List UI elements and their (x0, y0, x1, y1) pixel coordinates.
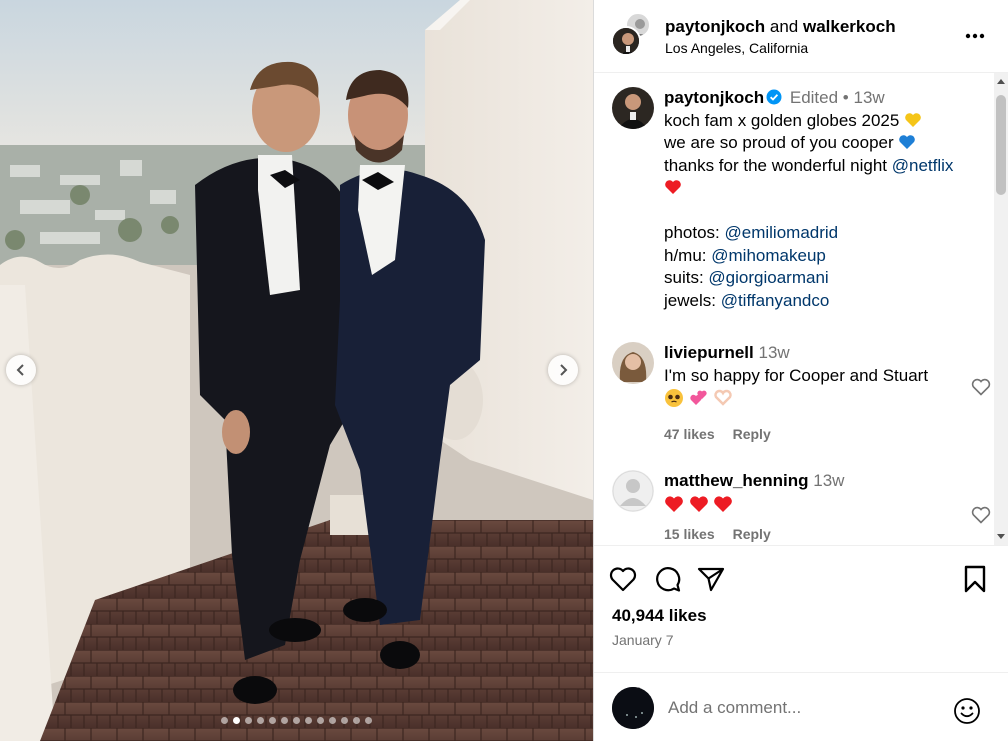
emoji-picker-button[interactable] (952, 696, 982, 726)
carousel-dot (317, 717, 324, 724)
carousel-dot (221, 717, 228, 724)
caption-line-1: koch fam x golden globes 2025 (664, 110, 900, 130)
scroll-up-arrow-icon[interactable] (997, 79, 1005, 84)
scrollbar-thumb[interactable] (996, 95, 1006, 195)
reply-button[interactable]: Reply (733, 426, 771, 442)
mention-netflix[interactable]: @netflix (892, 156, 954, 175)
caption-line-2: we are so proud of you cooper (664, 133, 894, 152)
comments-scrollbar[interactable] (994, 73, 1008, 545)
photos-label: photos: (664, 223, 720, 242)
caption-username[interactable]: paytonjkoch (664, 88, 764, 107)
carousel-dot (269, 717, 276, 724)
carousel-dot (257, 717, 264, 724)
comment-button[interactable] (652, 564, 682, 594)
mention-jewels[interactable]: @tiffanyandco (721, 291, 830, 310)
carousel-dot (293, 717, 300, 724)
pleading-face-icon (665, 389, 683, 407)
avatar-paytonjkoch (611, 26, 641, 56)
verified-badge-icon (766, 89, 782, 105)
comment-icon (656, 567, 681, 592)
more-options-icon (965, 33, 985, 39)
mention-makeup[interactable]: @mihomakeup (711, 246, 826, 265)
like-button[interactable] (608, 564, 638, 594)
add-comment-bar (594, 672, 1008, 741)
photo-image (0, 0, 593, 741)
heart-outline-icon (971, 378, 991, 396)
author-link-1[interactable]: paytonjkoch (665, 17, 765, 36)
post-details-panel: paytonjkoch and walkerkoch Los Angeles, … (593, 0, 1008, 741)
comment-input[interactable] (668, 697, 938, 718)
post-header: paytonjkoch and walkerkoch Los Angeles, … (594, 0, 1008, 73)
post-authors: paytonjkoch and walkerkoch (665, 16, 896, 37)
jewels-label: jewels: (664, 290, 716, 310)
mention-photographer[interactable]: @emiliomadrid (725, 223, 839, 242)
next-slide-button[interactable] (548, 355, 578, 385)
save-button[interactable] (960, 564, 990, 594)
caption-avatar[interactable] (612, 87, 654, 129)
post-date[interactable]: January 7 (612, 632, 673, 648)
comments-list[interactable]: paytonjkoch Edited • 13w koch fam x gold… (594, 73, 1008, 545)
comment-username[interactable]: liviepurnell (664, 343, 754, 362)
carousel-dot (329, 717, 336, 724)
comment-emojis (664, 495, 988, 520)
like-comment-button[interactable] (970, 504, 992, 526)
post-photo[interactable] (0, 0, 593, 741)
reply-button[interactable]: Reply (733, 526, 771, 542)
caption-time[interactable]: 13w (853, 88, 884, 107)
comment-text: I'm so happy for Cooper and Stuart (664, 365, 929, 385)
carousel-dot (233, 717, 240, 724)
two-hearts-icon (690, 390, 707, 405)
blue-heart-icon (899, 135, 916, 149)
carousel-dot (245, 717, 252, 724)
post-caption: paytonjkoch Edited • 13w koch fam x gold… (612, 87, 988, 312)
more-options-button[interactable] (964, 25, 986, 47)
yellow-heart-icon (905, 112, 921, 127)
post-actions: 40,944 likes January 7 (594, 545, 1008, 741)
author-link-2[interactable]: walkerkoch (803, 17, 896, 36)
previous-slide-button[interactable] (6, 355, 36, 385)
commenter-avatar[interactable] (612, 342, 654, 384)
carousel-dot (341, 717, 348, 724)
comment-time[interactable]: 13w (813, 471, 844, 490)
carousel-indicator (0, 717, 593, 725)
meta-separator: • (842, 88, 849, 107)
chevron-right-icon (560, 364, 568, 376)
carousel-dot (353, 717, 360, 724)
scroll-down-arrow-icon[interactable] (997, 534, 1005, 539)
red-heart-icon (714, 495, 733, 512)
authors-connector: and (769, 16, 799, 36)
edited-label: Edited (789, 88, 839, 107)
red-heart-icon (665, 180, 681, 194)
caption-line-3: thanks for the wonderful night (664, 155, 888, 175)
carousel-dot (281, 717, 288, 724)
emoji-icon (954, 698, 980, 724)
commenter-avatar[interactable] (612, 470, 654, 512)
current-user-avatar (612, 686, 654, 729)
bookmark-icon (964, 565, 986, 593)
mention-suits[interactable]: @giorgioarmani (708, 268, 828, 287)
share-button[interactable] (696, 564, 726, 594)
instagram-post-modal: paytonjkoch and walkerkoch Los Angeles, … (0, 0, 1008, 741)
carousel-dot (305, 717, 312, 724)
hmu-label: h/mu: (664, 245, 707, 265)
heart-outline-icon (971, 506, 991, 524)
heart-icon (609, 567, 637, 592)
like-comment-button[interactable] (970, 376, 992, 398)
comment-username[interactable]: matthew_henning (664, 471, 809, 490)
red-heart-icon (689, 495, 708, 512)
suits-label: suits: (664, 268, 704, 287)
likes-count[interactable]: 40,944 likes (612, 606, 707, 626)
comment-likes[interactable]: 15 likes (664, 526, 715, 542)
share-icon (697, 567, 725, 592)
heart-hands-icon (714, 389, 733, 406)
comment-item: matthew_henning 13w 15 likes Reply (612, 470, 991, 543)
location-link[interactable]: Los Angeles, California (665, 39, 896, 57)
comment-time[interactable]: 13w (758, 343, 789, 362)
comment-likes[interactable]: 47 likes (664, 426, 715, 442)
red-heart-icon (665, 495, 683, 512)
chevron-left-icon (16, 364, 24, 376)
collab-avatars[interactable] (611, 12, 651, 56)
carousel-dot (365, 717, 372, 724)
comment-item: liviepurnell 13w I'm so happy for Cooper… (612, 342, 991, 443)
